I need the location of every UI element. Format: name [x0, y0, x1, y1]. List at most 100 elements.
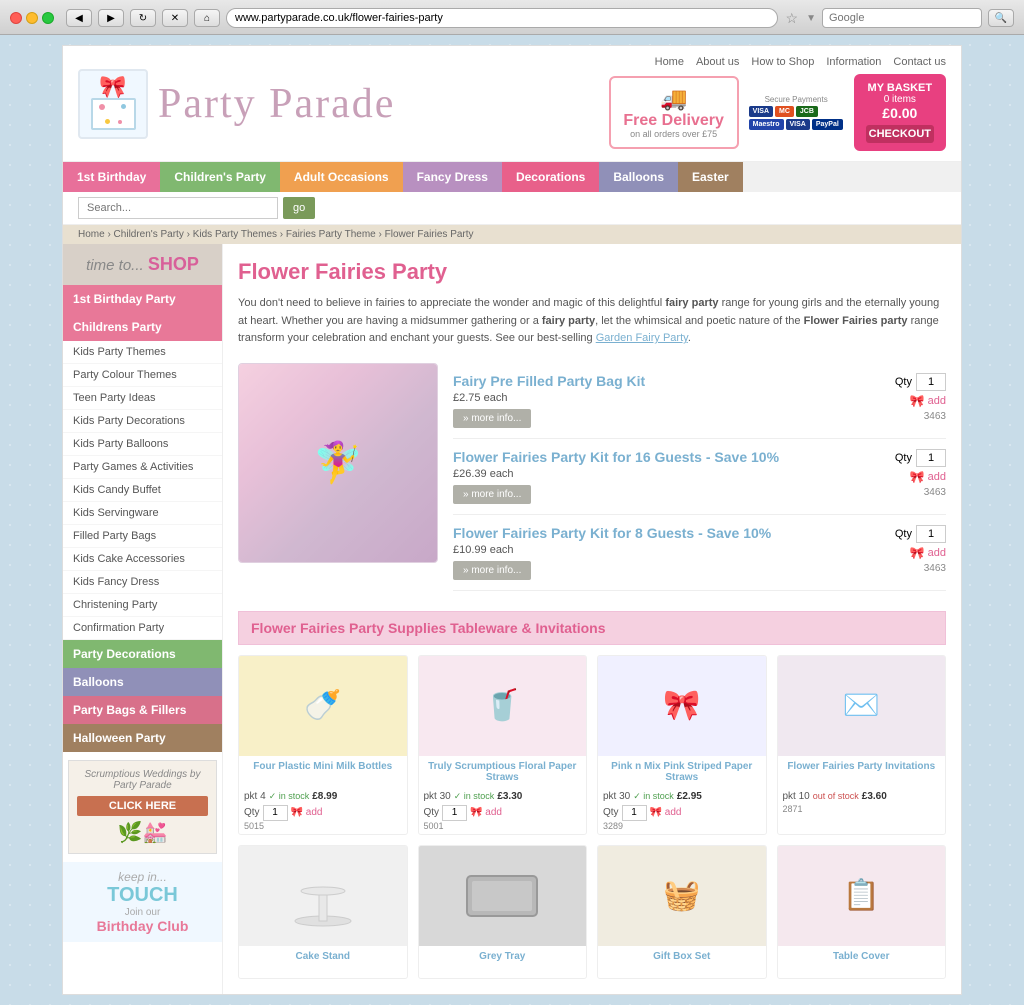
cat-easter[interactable]: Easter — [678, 162, 743, 192]
search-input[interactable] — [78, 197, 278, 219]
payment-logos: VISA MC JCB Maestro VISA PayPal — [749, 106, 844, 130]
fairy-party-bold1: fairy party — [665, 297, 718, 309]
product-price-1: £2.75 each — [453, 392, 895, 404]
search-button[interactable]: go — [283, 197, 315, 219]
forward-button[interactable]: ▶ — [98, 9, 124, 27]
visa2-logo: VISA — [786, 119, 810, 130]
sidebar-section-1st-birthday[interactable]: 1st Birthday Party — [63, 285, 222, 313]
basket-items: 0 items — [866, 94, 934, 105]
product-item-2: Flower Fairies Party Kit for 16 Guests -… — [453, 439, 946, 515]
grid-product-name-r2-1: Grey Tray — [419, 946, 587, 978]
wedding-banner[interactable]: Scrumptious Weddings by Party Parade CLI… — [68, 760, 217, 854]
sidebar-section-balloons[interactable]: Balloons — [63, 668, 222, 696]
more-info-btn-3[interactable]: » more info... — [453, 561, 531, 580]
grid-code-0: 5015 — [244, 821, 402, 831]
grid-product-img-3: ✉️ — [778, 656, 946, 756]
sidebar-item-kids-party-balloons[interactable]: Kids Party Balloons — [63, 433, 222, 456]
nav-how-to-shop[interactable]: How to Shop — [751, 56, 814, 68]
grid-add-btn-1[interactable]: 🎀 add — [470, 807, 502, 818]
page-title: Flower Fairies Party — [238, 259, 946, 285]
basket-title: MY BASKET — [866, 82, 934, 94]
product-price-3: £10.99 each — [453, 544, 895, 556]
cat-adult-occasions[interactable]: Adult Occasions — [280, 162, 403, 192]
fairy-illustration: 🧚‍♀️ — [239, 364, 437, 562]
keep-in-touch: keep in... TOUCH Join our Birthday Club — [63, 862, 222, 942]
grid-price-3: £3.60 — [862, 791, 887, 802]
nav-information[interactable]: Information — [826, 56, 881, 68]
mastercard-logo: MC — [775, 106, 794, 117]
close-button[interactable] — [10, 12, 22, 24]
home-button[interactable]: ⌂ — [194, 9, 220, 27]
cat-childrens-party[interactable]: Children's Party — [160, 162, 280, 192]
product-qty-2: Qty 🎀 add 3463 — [895, 449, 946, 498]
browser-search-button[interactable]: 🔍 — [988, 9, 1014, 27]
grid-product-img-r2-1 — [419, 846, 587, 946]
grid-add-btn-0[interactable]: 🎀 add — [291, 807, 323, 818]
sidebar-section-halloween[interactable]: Halloween Party — [63, 724, 222, 752]
sidebar-item-kids-party-themes[interactable]: Kids Party Themes — [63, 341, 222, 364]
grid-product-name-0: Four Plastic Mini Milk Bottles — [239, 756, 407, 788]
sidebar-item-filled-party-bags[interactable]: Filled Party Bags — [63, 525, 222, 548]
qty-input-2[interactable] — [916, 449, 946, 467]
basket-button[interactable]: MY BASKET 0 items £0.00 CHECKOUT — [854, 74, 946, 151]
sidebar-section-party-decorations[interactable]: Party Decorations — [63, 640, 222, 668]
bookmark-dropdown[interactable]: ▼ — [806, 13, 816, 24]
add-btn-3[interactable]: 🎀 add — [910, 546, 946, 560]
sidebar-item-kids-cake-accessories[interactable]: Kids Cake Accessories — [63, 548, 222, 571]
add-btn-1[interactable]: 🎀 add — [910, 394, 946, 408]
address-bar[interactable] — [226, 8, 778, 28]
grid-qty-input-2[interactable] — [622, 805, 647, 821]
product-name-2: Flower Fairies Party Kit for 16 Guests -… — [453, 449, 895, 465]
qty-input-1[interactable] — [916, 373, 946, 391]
garden-fairy-link[interactable]: Garden Fairy Party — [596, 332, 688, 344]
header-actions: 🚚 Free Delivery on all orders over £75 S… — [609, 74, 946, 151]
bookmark-icon[interactable]: ☆ — [786, 10, 799, 27]
sidebar-item-confirmation-party[interactable]: Confirmation Party — [63, 617, 222, 640]
sidebar-item-teen-party-ideas[interactable]: Teen Party Ideas — [63, 387, 222, 410]
nav-contact[interactable]: Contact us — [893, 56, 946, 68]
sidebar-item-kids-fancy-dress[interactable]: Kids Fancy Dress — [63, 571, 222, 594]
cat-1st-birthday[interactable]: 1st Birthday — [63, 162, 160, 192]
cat-fancy-dress[interactable]: Fancy Dress — [403, 162, 502, 192]
browser-search-input[interactable] — [822, 8, 982, 28]
add-btn-2[interactable]: 🎀 add — [910, 470, 946, 484]
grid-qty-input-0[interactable] — [263, 805, 288, 821]
sidebar-shop-text: SHOP — [148, 254, 199, 274]
sidebar-item-kids-candy-buffet[interactable]: Kids Candy Buffet — [63, 479, 222, 502]
maximize-button[interactable] — [42, 12, 54, 24]
wedding-banner-title: Scrumptious Weddings by Party Parade — [77, 769, 208, 791]
grid-add-btn-2[interactable]: 🎀 add — [650, 807, 682, 818]
sidebar-section-childrens-party[interactable]: Childrens Party — [63, 313, 222, 341]
more-info-btn-1[interactable]: » more info... — [453, 409, 531, 428]
nav-about[interactable]: About us — [696, 56, 739, 68]
sidebar-item-kids-servingware[interactable]: Kids Servingware — [63, 502, 222, 525]
sidebar-section-party-bags[interactable]: Party Bags & Fillers — [63, 696, 222, 724]
grid-product-0: 🍼 Four Plastic Mini Milk Bottles pkt 4 ✓… — [238, 655, 408, 835]
sidebar-item-kids-party-decorations[interactable]: Kids Party Decorations — [63, 410, 222, 433]
grid-product-name-r2-3: Table Cover — [778, 946, 946, 978]
sidebar-item-party-colour-themes[interactable]: Party Colour Themes — [63, 364, 222, 387]
refresh-button[interactable]: ↻ — [130, 9, 156, 27]
cat-decorations[interactable]: Decorations — [502, 162, 599, 192]
cat-balloons[interactable]: Balloons — [599, 162, 678, 192]
minimize-button[interactable] — [26, 12, 38, 24]
sidebar-item-christening-party[interactable]: Christening Party — [63, 594, 222, 617]
cake-stand-svg — [293, 856, 353, 936]
product-code-1: 3463 — [924, 411, 946, 422]
grid-stock-0: ✓ in stock — [269, 791, 310, 802]
gift-bow-icon: 🎀 — [99, 76, 126, 98]
back-button[interactable]: ◀ — [66, 9, 92, 27]
grid-product-meta-0: pkt 4 ✓ in stock £8.99 Qty 🎀 add 5015 — [239, 788, 407, 834]
more-info-btn-2[interactable]: » more info... — [453, 485, 531, 504]
qty-input-3[interactable] — [916, 525, 946, 543]
product-items: Fairy Pre Filled Party Bag Kit £2.75 eac… — [453, 363, 946, 591]
sidebar-item-party-games[interactable]: Party Games & Activities — [63, 456, 222, 479]
grid-product-r2-1: Grey Tray — [418, 845, 588, 979]
dot4 — [118, 120, 122, 124]
truck-icon: 🚚 — [623, 86, 725, 112]
grid-qty-input-1[interactable] — [442, 805, 467, 821]
wedding-cta-button[interactable]: CLICK HERE — [77, 796, 208, 816]
nav-home[interactable]: Home — [655, 56, 684, 68]
stop-button[interactable]: ✕ — [162, 9, 188, 27]
wedding-banner-image: 🌿💒 — [77, 820, 208, 845]
